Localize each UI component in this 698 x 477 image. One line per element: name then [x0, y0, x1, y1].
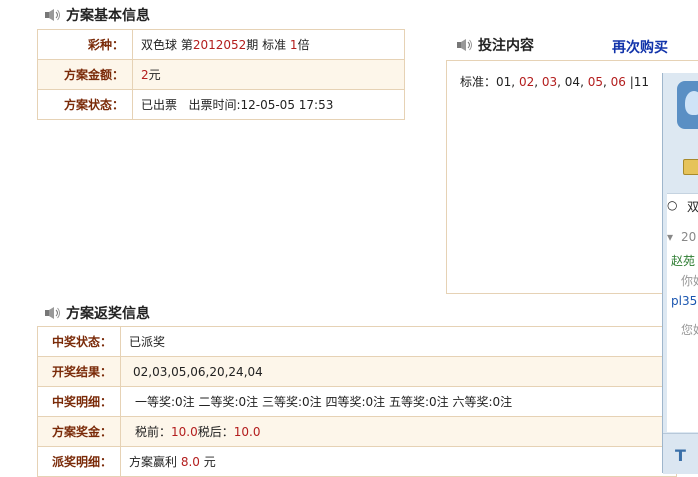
table-row: 中奖明细： 一等奖:0注 二等奖:0注 三等奖:0注 四等奖:0注 五等奖:0注…	[37, 386, 677, 417]
lottery-type-value: 双色球 第2012052期 标准 1倍	[132, 29, 405, 60]
table-row: 派奖明细： 方案赢利 8.0 元	[37, 446, 677, 477]
bet-number: 04	[564, 75, 581, 89]
payout-detail-label: 派奖明细：	[37, 446, 121, 477]
status-value: 已出票 出票时间:12-05-05 17:53	[132, 89, 405, 120]
bet-number: 03	[541, 75, 558, 89]
win-detail-value: 一等奖:0注 二等奖:0注 三等奖:0注 四等奖:0注 五等奖:0注 六等奖:0…	[120, 386, 677, 417]
chat-notice-text: 双	[687, 200, 698, 214]
table-row: 彩种： 双色球 第2012052期 标准 1倍	[37, 29, 405, 60]
chat-message: 你好	[681, 274, 698, 288]
chat-date: 20	[681, 230, 697, 244]
speaker-icon	[457, 39, 472, 51]
avatar[interactable]	[677, 81, 698, 129]
chat-message-panel[interactable]: ○ 双 ▾ 20 赵苑 你好 pl35 您好	[667, 193, 698, 432]
chat-message: 您好	[681, 323, 698, 337]
draw-result-value: 02,03,05,06,20,24,04	[120, 356, 677, 387]
win-status-value: 已派奖	[120, 326, 677, 357]
amount-value: 2元	[132, 59, 405, 90]
chat-toolbar: T	[663, 433, 698, 474]
chat-sender: pl35	[671, 294, 698, 308]
bet-blue-number: 11	[633, 75, 650, 89]
basic-info-table: 彩种： 双色球 第2012052期 标准 1倍 方案金额： 2元 方案状态： 已…	[37, 29, 405, 120]
rebuy-link[interactable]: 再次购买	[612, 37, 668, 57]
table-row: 方案奖金： 税前：10.0税后：10.0	[37, 416, 677, 447]
basic-info-title: 方案基本信息	[44, 5, 150, 25]
win-detail-label: 中奖明细：	[37, 386, 121, 417]
speaker-icon	[45, 307, 60, 319]
speaker-icon	[45, 9, 60, 21]
bet-number: 02	[518, 75, 535, 89]
chat-widget[interactable]: ○ 双 ▾ 20 赵苑 你好 pl35 您好 T	[662, 73, 698, 474]
table-row: 方案状态： 已出票 出票时间:12-05-05 17:53	[37, 89, 405, 120]
status-label: 方案状态：	[37, 89, 133, 120]
payout-detail-value: 方案赢利 8.0 元	[120, 446, 677, 477]
win-status-label: 中奖状态：	[37, 326, 121, 357]
chat-sender: 赵苑	[671, 254, 696, 268]
bet-number: 06	[610, 75, 626, 89]
folder-icon[interactable]	[683, 159, 698, 175]
prize-amount-label: 方案奖金：	[37, 416, 121, 447]
bulb-icon: ○	[667, 198, 678, 212]
text-format-icon[interactable]: T	[675, 446, 686, 465]
amount-label: 方案金额：	[37, 59, 133, 90]
table-row: 方案金额： 2元	[37, 59, 405, 90]
payout-info-title: 方案返奖信息	[44, 303, 150, 323]
table-row: 开奖结果： 02,03,05,06,20,24,04	[37, 356, 677, 387]
draw-result-label: 开奖结果：	[37, 356, 121, 387]
bet-content-title: 投注内容	[456, 35, 534, 55]
bet-prefix: 标准：	[460, 75, 497, 89]
prize-amount-value: 税前：10.0税后：10.0	[120, 416, 677, 447]
bet-content-box: 标准：01, 02, 03, 04, 05, 06 |11	[446, 60, 698, 294]
bet-number: 01	[496, 75, 512, 89]
collapse-icon[interactable]: ▾	[667, 230, 673, 244]
lottery-type-label: 彩种：	[37, 29, 133, 60]
payout-info-table: 中奖状态： 已派奖 开奖结果： 02,03,05,06,20,24,04 中奖明…	[37, 326, 677, 477]
bet-number: 05	[587, 75, 603, 89]
table-row: 中奖状态： 已派奖	[37, 326, 677, 357]
